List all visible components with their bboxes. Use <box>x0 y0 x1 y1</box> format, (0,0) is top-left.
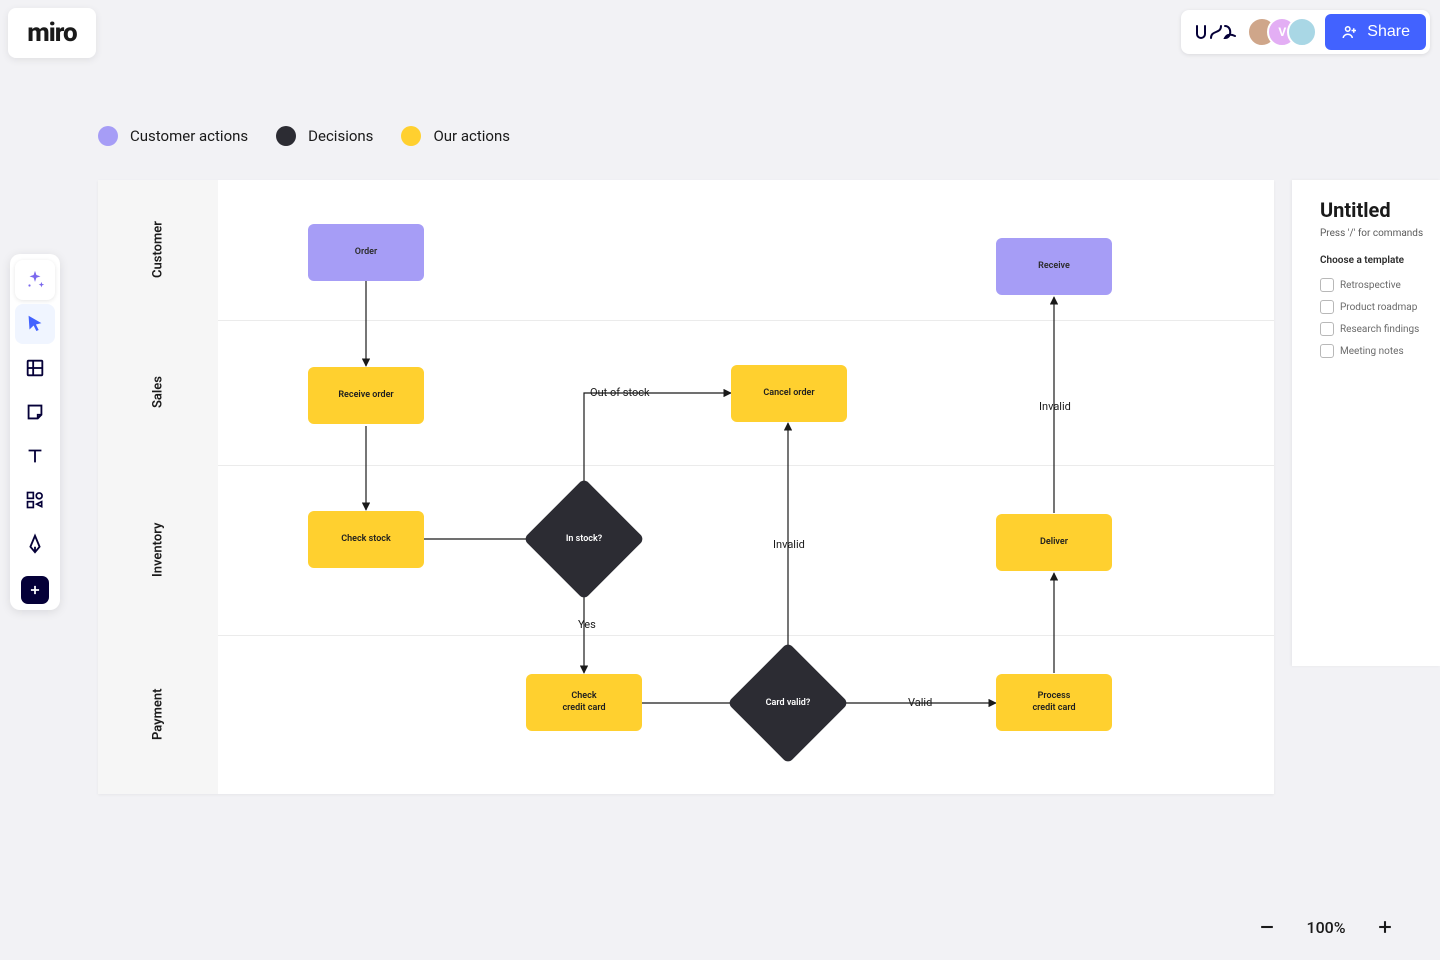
lane-label: Payment <box>98 635 218 794</box>
diamond-label: Card valid? <box>745 660 831 746</box>
legend-label: Our actions <box>433 127 510 145</box>
frame-tool[interactable] <box>15 348 55 388</box>
share-button-label: Share <box>1367 23 1410 41</box>
edge-label: Yes <box>578 618 596 631</box>
lane-label: Inventory <box>98 465 218 635</box>
node-order[interactable]: Order <box>308 224 424 281</box>
shapes-tool[interactable] <box>15 480 55 520</box>
legend-label: Customer actions <box>130 127 248 145</box>
node-deliver[interactable]: Deliver <box>996 514 1112 571</box>
legend: Customer actions Decisions Our actions <box>98 126 510 146</box>
zoom-in-button[interactable] <box>1370 912 1400 942</box>
panel-hint: Press '/' for commands <box>1320 228 1440 239</box>
zoom-controls: 100% <box>1252 912 1400 942</box>
cursor-tool[interactable] <box>15 304 55 344</box>
ai-tool[interactable] <box>15 260 55 300</box>
template-icon <box>1320 300 1334 314</box>
legend-item: Our actions <box>401 126 510 146</box>
legend-item: Customer actions <box>98 126 248 146</box>
legend-dot <box>401 126 421 146</box>
node-in-stock[interactable]: In stock? <box>541 496 627 582</box>
edge-label: Invalid <box>1039 400 1071 413</box>
legend-label: Decisions <box>308 127 373 145</box>
toolbar <box>10 254 60 610</box>
share-button[interactable]: Share <box>1325 14 1426 50</box>
template-option[interactable]: Meeting notes <box>1320 340 1440 362</box>
template-option[interactable]: Product roadmap <box>1320 296 1440 318</box>
panel-section: Choose a template <box>1320 255 1440 266</box>
more-tools[interactable] <box>21 576 49 604</box>
node-card-valid[interactable]: Card valid? <box>745 660 831 746</box>
template-icon <box>1320 344 1334 358</box>
edge-label: Invalid <box>773 538 805 551</box>
legend-dot <box>276 126 296 146</box>
zoom-out-button[interactable] <box>1252 912 1282 942</box>
edge-label: Out of stock <box>590 386 650 399</box>
pen-tool[interactable] <box>15 524 55 564</box>
node-receive[interactable]: Receive <box>996 238 1112 295</box>
node-process-card[interactable]: Process credit card <box>996 674 1112 731</box>
lane-label: Sales <box>98 320 218 465</box>
legend-item: Decisions <box>276 126 373 146</box>
template-option[interactable]: Retrospective <box>1320 274 1440 296</box>
node-check-stock[interactable]: Check stock <box>308 511 424 568</box>
node-cancel-order[interactable]: Cancel order <box>731 365 847 422</box>
template-option[interactable]: Research findings <box>1320 318 1440 340</box>
edge-label: Valid <box>908 696 932 709</box>
panel-title: Untitled <box>1320 198 1440 222</box>
lane-label: Customer <box>98 180 218 320</box>
sticky-tool[interactable] <box>15 392 55 432</box>
collaborator-avatars[interactable]: V <box>1247 17 1317 47</box>
text-tool[interactable] <box>15 436 55 476</box>
diamond-label: In stock? <box>541 496 627 582</box>
template-icon <box>1320 278 1334 292</box>
avatar[interactable] <box>1287 17 1317 47</box>
template-icon <box>1320 322 1334 336</box>
topbar: V Share <box>1181 10 1430 54</box>
node-receive-order[interactable]: Receive order <box>308 367 424 424</box>
zoom-level[interactable]: 100% <box>1302 918 1350 937</box>
app-logo[interactable]: miro <box>8 8 96 58</box>
node-check-card[interactable]: Check credit card <box>526 674 642 731</box>
side-panel[interactable]: Untitled Press '/' for commands Choose a… <box>1292 180 1440 666</box>
swimlane-canvas[interactable]: Customer Sales Inventory Payment <box>98 180 1274 794</box>
reactions-icon[interactable] <box>1191 20 1239 44</box>
legend-dot <box>98 126 118 146</box>
